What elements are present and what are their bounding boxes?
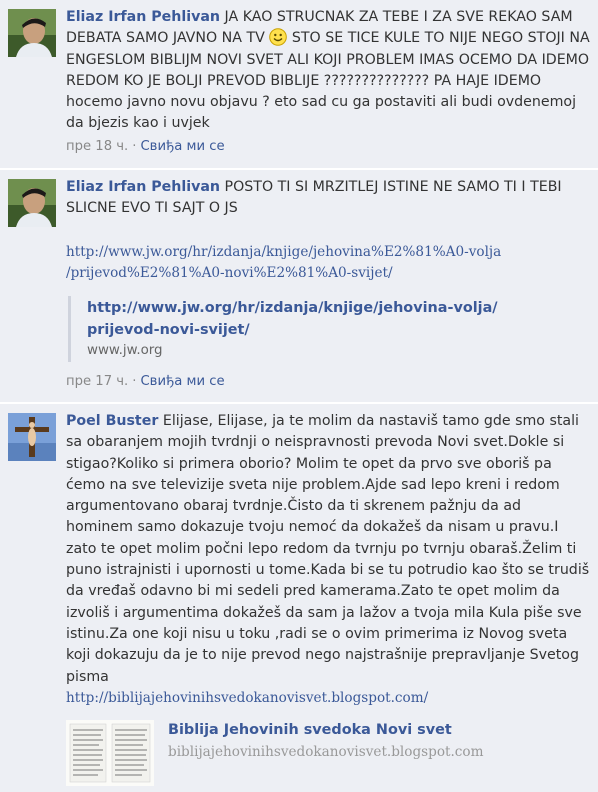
avatar[interactable] <box>8 413 56 461</box>
comment-2: Eliaz Irfan Pehlivan POSTO TI SI MRZITLE… <box>0 170 598 402</box>
smiley-icon <box>269 28 288 47</box>
link-share-box: http://www.jw.org/hr/izdanja/knjige/jeho… <box>68 296 590 363</box>
link-preview-title[interactable]: Biblija Jehovinih svedoka Novi svet <box>168 722 452 738</box>
comment-3: Poel Buster Elijase, Elijase, ja te moli… <box>0 404 598 792</box>
share-title-line2[interactable]: prijevod-novi-svijet/ <box>87 319 590 341</box>
meta-separator: · <box>132 374 137 390</box>
like-link[interactable]: Свиђа ми се <box>140 139 224 154</box>
avatar[interactable] <box>8 9 56 57</box>
share-domain: www.jw.org <box>87 343 163 359</box>
comment-link-line2[interactable]: /prijevod%E2%81%A0-novi%E2%81%A0-svijet/ <box>66 265 393 281</box>
comment-1: Eliaz Irfan Pehlivan JA KAO STRUCNAK ZA … <box>0 0 598 168</box>
comment-link-line1[interactable]: http://www.jw.org/hr/izdanja/knjige/jeho… <box>66 244 501 260</box>
link-preview-thumbnail[interactable] <box>66 720 154 786</box>
comment-link[interactable]: http://biblijajehovinihsvedokanovisvet.b… <box>66 690 428 706</box>
comment-author[interactable]: Eliaz Irfan Pehlivan <box>66 179 220 195</box>
meta-separator: · <box>132 138 137 154</box>
comment-author[interactable]: Eliaz Irfan Pehlivan <box>66 9 220 25</box>
avatar[interactable] <box>8 179 56 227</box>
comment-text: Elijase, Elijase, ja te molim da nastavi… <box>66 413 590 685</box>
comment-timestamp[interactable]: пре 18 ч. <box>66 139 128 154</box>
share-title-line1[interactable]: http://www.jw.org/hr/izdanja/knjige/jeho… <box>87 297 590 319</box>
comment-author[interactable]: Poel Buster <box>66 413 158 429</box>
comment-timestamp[interactable]: пре 17 ч. <box>66 374 128 389</box>
like-link[interactable]: Свиђа ми се <box>140 374 224 389</box>
link-preview-domain: biblijajehovinihsvedokanovisvet.blogspot… <box>168 744 484 760</box>
